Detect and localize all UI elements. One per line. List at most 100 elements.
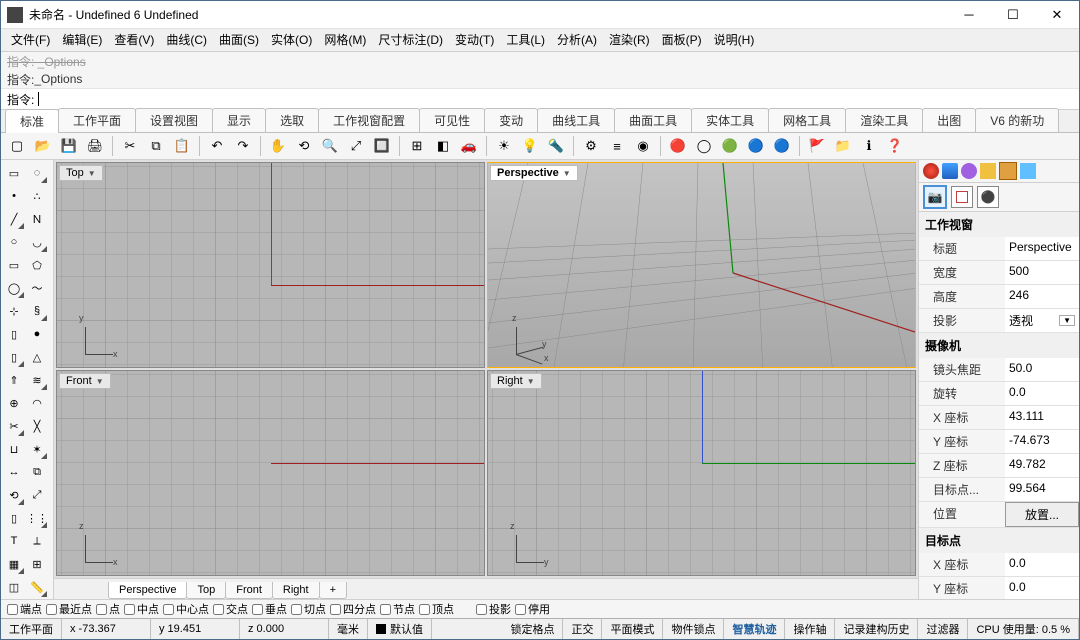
prop-lens-value[interactable]: 50.0 [1005, 358, 1079, 381]
status-ortho[interactable]: 正交 [563, 619, 602, 639]
rgb-sphere[interactable]: ◯ [692, 134, 716, 158]
fillet-icon[interactable]: ◠ [26, 392, 48, 414]
status-gumball[interactable]: 操作轴 [785, 619, 835, 639]
paste-icon[interactable]: 📋 [170, 134, 194, 158]
prop-width-value[interactable]: 500 [1005, 261, 1079, 284]
viewport-front-label[interactable]: Front▼ [59, 373, 111, 389]
layer-icon[interactable] [923, 163, 939, 179]
text-icon[interactable]: T [3, 530, 25, 552]
tab-display-properties[interactable] [951, 186, 973, 208]
redo-icon[interactable]: ↷ [231, 134, 255, 158]
osnap-端点[interactable]: 端点 [7, 601, 42, 617]
toolbar-tab[interactable]: 曲线工具 [537, 108, 615, 132]
menu-item[interactable]: 查看(V) [108, 29, 160, 51]
viewport-tab[interactable]: Perspective [108, 582, 187, 599]
lasso-icon[interactable]: ◌ [26, 162, 48, 184]
loft-icon[interactable]: ≋ [26, 369, 48, 391]
trim-icon[interactable]: ✂ [3, 415, 25, 437]
toolbar-tab[interactable]: 出图 [922, 108, 976, 132]
viewport-tab[interactable]: Front [225, 582, 273, 599]
copy-icon[interactable]: ⧉ [144, 134, 168, 158]
osnap-顶点[interactable]: 顶点 [419, 601, 454, 617]
rectangle-icon[interactable]: ▭ [3, 254, 25, 276]
toolbar-tab[interactable]: 实体工具 [691, 108, 769, 132]
toolbar-tab[interactable]: 设置视图 [135, 108, 213, 132]
toolbar-tab[interactable]: 工作视窗配置 [318, 108, 420, 132]
toolbar-tab[interactable]: 显示 [212, 108, 266, 132]
menu-item[interactable]: 曲线(C) [160, 29, 213, 51]
command-input[interactable]: 指令: [1, 88, 1079, 109]
osnap-点[interactable]: 点 [96, 601, 120, 617]
status-osnap[interactable]: 物件锁点 [663, 619, 724, 639]
status-planar[interactable]: 平面模式 [602, 619, 663, 639]
menu-item[interactable]: 变动(T) [449, 29, 500, 51]
viewport-tab[interactable]: + [319, 582, 347, 599]
join-icon[interactable]: ⊔ [3, 438, 25, 460]
line-icon[interactable]: ╱ [3, 208, 25, 230]
prop-z-value[interactable]: 49.782 [1005, 454, 1079, 477]
zoom-icon[interactable]: 🔍 [318, 134, 342, 158]
sun-icon[interactable]: ☀ [492, 134, 516, 158]
viewport-top[interactable]: Top▼ y x [56, 162, 485, 368]
toolbar-tab[interactable]: 变动 [484, 108, 538, 132]
viewport-tab[interactable]: Top [186, 582, 226, 599]
status-layer[interactable]: 默认值 [368, 619, 432, 639]
boolean-icon[interactable]: ⊕ [3, 392, 25, 414]
menu-item[interactable]: 说明(H) [708, 29, 761, 51]
print-icon[interactable]: 🖨 [83, 134, 107, 158]
prop-title-value[interactable]: Perspective [1005, 237, 1079, 260]
cylinder-icon[interactable]: ▯ [3, 346, 25, 368]
spot-icon[interactable]: 🔦 [544, 134, 568, 158]
spiral-icon[interactable]: § [26, 300, 48, 322]
osnap-垂点[interactable]: 垂点 [252, 601, 287, 617]
prop-y-value[interactable]: -74.673 [1005, 430, 1079, 453]
copy-icon[interactable]: ⧉ [26, 461, 48, 483]
options-icon[interactable]: ⚙ [579, 134, 603, 158]
place-camera-button[interactable]: 放置... [1005, 502, 1079, 527]
cpoint-icon[interactable]: ⊹ [3, 300, 25, 322]
prop-ty-value[interactable]: 0.0 [1005, 577, 1079, 599]
toolbar-tab[interactable]: 选取 [265, 108, 319, 132]
osnap-最近点[interactable]: 最近点 [46, 601, 92, 617]
mirror-icon[interactable]: ▯ [3, 507, 25, 529]
props-icon[interactable]: ◉ [631, 134, 655, 158]
tab-object-properties[interactable]: ⚫ [977, 186, 999, 208]
hatch-icon[interactable]: ▦ [3, 553, 25, 575]
curve-icon[interactable]: ～ [26, 277, 48, 299]
toolbar-tab[interactable]: V6 的新功 [975, 108, 1059, 132]
osnap-切点[interactable]: 切点 [291, 601, 326, 617]
toolbar-tab[interactable]: 标准 [5, 109, 59, 133]
cut-icon[interactable]: ✂ [118, 134, 142, 158]
green-sphere[interactable]: 🟢 [718, 134, 742, 158]
explode-icon[interactable]: ✶ [26, 438, 48, 460]
viewport-right[interactable]: Right▼ z y [487, 370, 916, 576]
array-icon[interactable]: ⋮⋮ [26, 507, 48, 529]
status-filter[interactable]: 过滤器 [918, 619, 968, 639]
osnap-中心点[interactable]: 中心点 [163, 601, 209, 617]
material-icon[interactable] [961, 163, 977, 179]
toolbar-tab[interactable]: 可见性 [419, 108, 485, 132]
shade-icon[interactable]: ◧ [431, 134, 455, 158]
info-icon[interactable]: ℹ [857, 134, 881, 158]
osnap-节点[interactable]: 节点 [380, 601, 415, 617]
osnap-交点[interactable]: 交点 [213, 601, 248, 617]
toolbar-tab[interactable]: 渲染工具 [845, 108, 923, 132]
prop-height-value[interactable]: 246 [1005, 285, 1079, 308]
properties-icon[interactable] [942, 163, 958, 179]
flag-icon[interactable]: 🚩 [805, 134, 829, 158]
block-icon[interactable]: ◫ [3, 576, 25, 598]
folder-icon[interactable] [999, 162, 1017, 180]
tab-viewport-properties[interactable]: 📷 [923, 185, 947, 209]
osnap-四分点[interactable]: 四分点 [330, 601, 376, 617]
status-gridsnap[interactable]: 锁定格点 [502, 619, 563, 639]
toolbar-tab[interactable]: 曲面工具 [614, 108, 692, 132]
point-icon[interactable]: • [3, 185, 25, 207]
dim-icon[interactable]: ⟂ [26, 530, 48, 552]
viewport-right-label[interactable]: Right▼ [490, 373, 542, 389]
viewport-perspective[interactable]: Perspective▼ z y x [487, 162, 916, 368]
cone-icon[interactable]: △ [26, 346, 48, 368]
save-icon[interactable]: 💾 [57, 134, 81, 158]
osnap-disable[interactable]: 停用 [515, 601, 550, 617]
status-cplane[interactable]: 工作平面 [1, 619, 62, 639]
help-icon[interactable] [1020, 163, 1036, 179]
